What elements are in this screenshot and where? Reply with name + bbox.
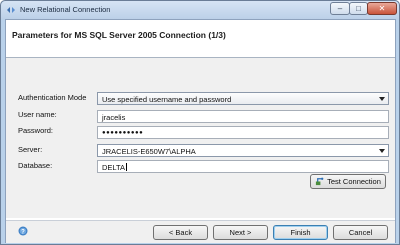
- password-value: ●●●●●●●●●●: [102, 130, 144, 136]
- connection-form: Authentication Mode Use specified userna…: [6, 58, 395, 218]
- test-connection-label: Test Connection: [327, 177, 381, 186]
- auth-mode-label: Authentication Mode: [18, 93, 87, 102]
- auth-mode-select[interactable]: Use specified username and password: [97, 92, 389, 105]
- finish-label: Finish: [290, 228, 311, 237]
- cancel-button[interactable]: Cancel: [333, 225, 388, 240]
- next-label: Next: [229, 228, 245, 237]
- cancel-label: Cancel: [348, 228, 373, 237]
- server-value: JRACELIS-E650W7\ALPHA: [102, 147, 196, 156]
- wizard-header: Parameters for MS SQL Server 2005 Connec…: [6, 20, 395, 53]
- database-input[interactable]: DELTA: [97, 160, 389, 173]
- maximize-button[interactable]: □: [349, 2, 368, 15]
- auth-mode-value: Use specified username and password: [102, 95, 232, 104]
- finish-button[interactable]: Finish: [273, 225, 328, 240]
- close-button[interactable]: ✕: [367, 2, 397, 15]
- test-connection-icon: [315, 177, 324, 186]
- password-input[interactable]: ●●●●●●●●●●: [97, 126, 389, 139]
- minimize-button[interactable]: –: [330, 2, 350, 15]
- connection-icon: [7, 7, 15, 13]
- database-value: DELTA: [102, 163, 126, 172]
- username-input[interactable]: jracelis: [97, 110, 389, 123]
- server-combo[interactable]: JRACELIS-E650W7\ALPHA: [97, 144, 389, 157]
- window-title: New Relational Connection: [20, 5, 111, 14]
- svg-text:?: ?: [21, 229, 25, 235]
- wizard-footer: ? < Back Next > Finish Cancel: [6, 221, 395, 243]
- server-label: Server:: [18, 145, 43, 154]
- next-button[interactable]: Next >: [213, 225, 268, 240]
- username-value: jracelis: [102, 113, 126, 122]
- chevron-down-icon[interactable]: [379, 149, 385, 153]
- test-connection-button[interactable]: Test Connection: [310, 174, 386, 189]
- back-label: Back: [175, 228, 193, 237]
- database-label: Database:: [18, 161, 53, 170]
- page-title: Parameters for MS SQL Server 2005 Connec…: [12, 30, 226, 40]
- text-caret: [126, 163, 128, 171]
- password-label: Password:: [18, 126, 54, 135]
- username-label: User name:: [18, 110, 57, 119]
- title-bar[interactable]: New Relational Connection – □ ✕: [1, 1, 399, 19]
- dialog-content: Parameters for MS SQL Server 2005 Connec…: [5, 19, 396, 243]
- back-button[interactable]: < Back: [153, 225, 208, 240]
- next-arrow-icon: >: [244, 228, 252, 237]
- chevron-down-icon[interactable]: [379, 97, 385, 101]
- dialog-window: New Relational Connection – □ ✕ Paramete…: [0, 0, 400, 245]
- help-icon[interactable]: ?: [18, 226, 28, 236]
